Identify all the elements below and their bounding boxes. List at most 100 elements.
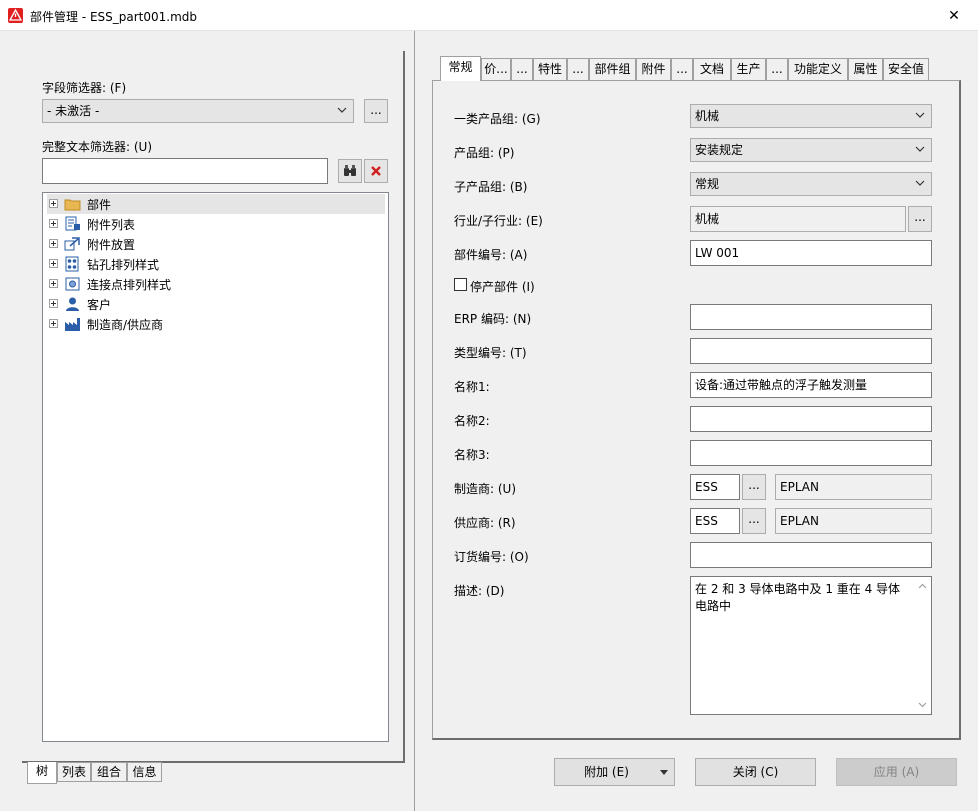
window-title: 部件管理 - ESS_part001.mdb [30,10,198,24]
tab-properties[interactable]: 属性 [848,58,883,80]
name3-input[interactable] [690,440,932,466]
tree-item-accessory-list[interactable]: 附件列表 [47,214,385,234]
tab-more-1[interactable]: ... [511,58,533,80]
tab-safety-values[interactable]: 安全值 [883,58,929,80]
manufacturer-code-input[interactable]: ESS [690,474,740,500]
add-button-label: 附加 (E) [584,765,629,779]
fulltext-filter-input[interactable] [42,158,328,184]
type-number-input[interactable] [690,338,932,364]
close-window-button[interactable]: ✕ [936,3,972,29]
close-button[interactable]: 关闭 (C) [695,758,816,786]
expand-icon[interactable] [49,319,58,328]
tree-item-drilling-pattern[interactable]: 钻孔排列样式 [47,254,385,274]
tab-characteristics[interactable]: 特性 [533,58,567,80]
description-textarea[interactable]: 在 2 和 3 导体电路中及 1 重在 4 导体电路中 [690,576,932,715]
supplier-label: 供应商: (R) [454,516,516,530]
search-button[interactable] [338,159,362,183]
clear-filter-button[interactable] [364,159,388,183]
field-filter-value: - 未激活 - [47,104,100,118]
industry-field[interactable]: 机械 [690,206,906,232]
part-number-input[interactable]: LW 001 [690,240,932,266]
field-filter-more-button[interactable]: ... [364,99,388,123]
product-group-dropdown[interactable]: 安装规定 [690,138,932,162]
tab-price[interactable]: 价... [481,58,511,80]
description-label: 描述: (D) [454,584,505,598]
product-group1-value: 机械 [695,109,720,123]
tree-item-label: 制造商/供应商 [87,318,164,332]
tree-item-label: 连接点排列样式 [87,278,172,292]
name1-input[interactable]: 设备:通过带触点的浮子触发测量 [690,372,932,398]
tab-combination[interactable]: 组合 [91,762,127,782]
tree-item-label: 钻孔排列样式 [87,258,160,272]
sub-product-group-value: 常规 [695,177,720,191]
tree-item-label: 部件 [87,198,112,212]
type-number-label: 类型编号: (T) [454,346,527,360]
tree-item-label: 客户 [87,298,112,312]
tree-item-connection-pattern[interactable]: 连接点排列样式 [47,274,385,294]
apply-button[interactable]: 应用 (A) [836,758,957,786]
expand-icon[interactable] [49,219,58,228]
industry-label: 行业/子行业: (E) [454,214,543,228]
sub-product-group-dropdown[interactable]: 常规 [690,172,932,196]
expand-icon[interactable] [49,259,58,268]
manufacturer-more-button[interactable]: ... [742,474,766,500]
tab-more-3[interactable]: ... [671,58,693,80]
drilling-pattern-icon [65,256,79,272]
accessory-placement-icon [64,237,80,251]
description-scrollbar[interactable] [914,577,931,714]
binoculars-icon [344,165,356,176]
tab-more-2[interactable]: ... [567,58,589,80]
erp-input[interactable] [690,304,932,330]
discontinued-checkbox[interactable] [454,278,467,291]
part-tree[interactable]: 部件 附件列表 附件放置 钻孔排列样式 连接点排列样式 客户 制造商/供应商 [42,192,389,742]
industry-more-button[interactable]: ... [908,206,932,232]
eplan-app-icon [8,8,23,23]
accessory-list-icon [65,216,80,231]
supplier-code-input[interactable]: ESS [690,508,740,534]
dialog-body: 字段筛选器: (F) - 未激活 - ... 完整文本筛选器: (U) 部件 附… [0,31,978,811]
panel-splitter[interactable] [414,31,420,811]
discontinued-label: 停产部件 (I) [470,280,535,294]
tree-item-parts[interactable]: 部件 [47,194,385,214]
tab-list[interactable]: 列表 [57,762,91,782]
product-group1-dropdown[interactable]: 机械 [690,104,932,128]
tab-part-group[interactable]: 部件组 [589,58,636,80]
tab-function-definition[interactable]: 功能定义 [788,58,848,80]
add-button[interactable]: 附加 (E) [554,758,675,786]
manufacturer-icon [65,318,80,331]
tab-accessories[interactable]: 附件 [636,58,671,80]
order-number-input[interactable] [690,542,932,568]
tree-item-manufacturer[interactable]: 制造商/供应商 [47,314,385,334]
tab-info[interactable]: 信息 [127,762,162,782]
expand-icon[interactable] [49,239,58,248]
tree-item-accessory-placement[interactable]: 附件放置 [47,234,385,254]
tab-production[interactable]: 生产 [731,58,766,80]
manufacturer-label: 制造商: (U) [454,482,517,496]
expand-icon[interactable] [49,199,58,208]
expand-icon[interactable] [49,279,58,288]
name2-input[interactable] [690,406,932,432]
product-group1-label: 一类产品组: (G) [454,112,541,126]
part-number-label: 部件编号: (A) [454,248,528,262]
customer-icon [66,297,79,311]
connection-pattern-icon [65,277,80,291]
name2-label: 名称2: [454,414,490,428]
sub-product-group-label: 子产品组: (B) [454,180,528,194]
supplier-more-button[interactable]: ... [742,508,766,534]
tab-documents[interactable]: 文档 [693,58,731,80]
field-filter-label: 字段筛选器: (F) [42,81,127,95]
chevron-down-icon[interactable] [918,700,927,709]
product-group-value: 安装规定 [695,143,744,157]
chevron-down-icon [915,180,925,186]
chevron-up-icon[interactable] [918,582,927,591]
chevron-down-icon [337,107,347,113]
tab-tree[interactable]: 树 [27,762,57,784]
erp-label: ERP 编码: (N) [454,312,532,326]
tab-more-4[interactable]: ... [766,58,788,80]
tab-general[interactable]: 常规 [440,56,481,81]
product-group-label: 产品组: (P) [454,146,515,160]
field-filter-dropdown[interactable]: - 未激活 - [42,99,354,123]
chevron-down-icon [915,112,925,118]
tree-item-customer[interactable]: 客户 [47,294,385,314]
expand-icon[interactable] [49,299,58,308]
